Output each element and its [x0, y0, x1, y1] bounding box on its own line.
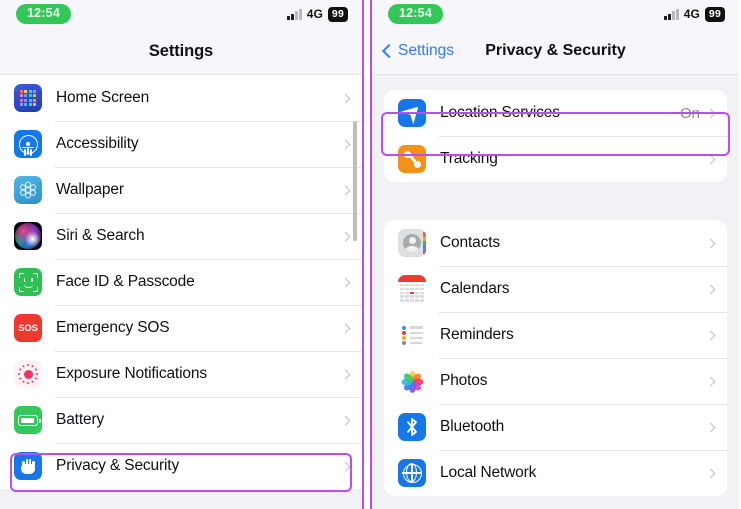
list-item-label: Tracking — [440, 150, 498, 167]
wallpaper-icon — [14, 176, 42, 204]
list-item-label: Battery — [56, 411, 105, 428]
list-item-label: Privacy & Security — [56, 457, 180, 474]
list-item[interactable]: Contacts — [384, 220, 727, 266]
list-item[interactable]: Home Screen — [0, 75, 362, 121]
tracking-icon — [398, 145, 426, 173]
privacy-hand-icon — [14, 452, 42, 480]
reminders-icon — [398, 321, 426, 349]
list-item[interactable]: Battery — [0, 397, 362, 443]
left-navbar: Settings — [0, 28, 362, 75]
battery-icon — [14, 406, 42, 434]
list-item-label: Bluetooth — [440, 418, 505, 435]
chevron-right-icon — [340, 415, 351, 425]
calendars-icon — [398, 275, 426, 303]
list-item-label: Calendars — [440, 280, 510, 297]
list-item-label: Contacts — [440, 234, 500, 251]
list-item[interactable]: Reminders — [384, 312, 727, 358]
settings-panel: 12:54 4G 99 Settings Home Screen Accessib… — [0, 0, 362, 509]
scrollbar-thumb[interactable] — [353, 121, 357, 241]
privacy-group-apps: Contacts Calendars Reminders Photos Bluetoot… — [384, 220, 727, 496]
network-type-label: 4G — [306, 7, 323, 21]
list-item[interactable]: Wallpaper — [0, 167, 362, 213]
back-button-label: Settings — [398, 42, 455, 59]
location-services-icon — [398, 99, 426, 127]
list-item-label: Wallpaper — [56, 181, 124, 198]
cellular-bars-icon — [664, 8, 679, 20]
list-item[interactable]: Calendars — [384, 266, 727, 312]
privacy-security-panel: 12:54 4G 99 Settings Privacy & Security … — [372, 0, 739, 509]
accessibility-icon — [14, 130, 42, 158]
status-time: 12:54 — [16, 4, 71, 24]
privacy-list-scroll[interactable]: Location Services On Tracking Contacts Cale… — [372, 75, 739, 509]
settings-group: Home Screen Accessibility Wallpaper Siri & … — [0, 75, 362, 489]
chevron-left-icon — [381, 43, 397, 59]
list-item[interactable]: Local Network — [384, 450, 727, 496]
list-item-label: Face ID & Passcode — [56, 273, 195, 290]
list-item[interactable]: Photos — [384, 358, 727, 404]
chevron-right-icon — [705, 238, 716, 248]
chevron-right-icon — [705, 422, 716, 432]
list-item-label: Emergency SOS — [56, 319, 170, 336]
list-item-label: Local Network — [440, 464, 537, 481]
chevron-right-icon — [705, 284, 716, 294]
home-screen-icon — [14, 84, 42, 112]
emergency-sos-icon: SOS — [14, 314, 42, 342]
exposure-notifications-icon — [14, 360, 42, 388]
chevron-right-icon — [340, 461, 351, 471]
cellular-bars-icon — [287, 8, 302, 20]
chevron-right-icon — [340, 277, 351, 287]
local-network-icon — [398, 459, 426, 487]
list-item-label: Photos — [440, 372, 488, 389]
status-bar-left: 12:54 4G 99 — [0, 0, 362, 28]
list-item[interactable]: Siri & Search — [0, 213, 362, 259]
list-item-label: Siri & Search — [56, 227, 145, 244]
chevron-right-icon — [705, 154, 716, 164]
chevron-right-icon — [340, 231, 351, 241]
battery-badge: 99 — [327, 6, 348, 22]
chevron-right-icon — [340, 139, 351, 149]
chevron-right-icon — [340, 185, 351, 195]
chevron-right-icon — [705, 330, 716, 340]
chevron-right-icon — [340, 93, 351, 103]
list-item[interactable]: Location Services On — [384, 90, 727, 136]
privacy-group-location: Location Services On Tracking — [384, 90, 727, 182]
network-type-label: 4G — [683, 7, 700, 21]
list-item[interactable]: Accessibility — [0, 121, 362, 167]
right-navbar: Settings Privacy & Security — [372, 28, 739, 75]
photos-icon — [398, 367, 426, 395]
status-indicators: 4G 99 — [287, 6, 348, 22]
page-title: Settings — [148, 41, 214, 60]
list-item[interactable]: Bluetooth — [384, 404, 727, 450]
chevron-right-icon — [340, 323, 351, 333]
siri-icon — [14, 222, 42, 250]
bluetooth-icon — [398, 413, 426, 441]
back-button[interactable]: Settings — [381, 42, 455, 60]
list-item-label: Accessibility — [56, 135, 139, 152]
panel-divider — [362, 0, 372, 509]
list-item-label: Location Services — [440, 104, 560, 121]
list-item[interactable]: Exposure Notifications — [0, 351, 362, 397]
status-bar-right: 12:54 4G 99 — [372, 0, 739, 28]
list-item-label: Reminders — [440, 326, 514, 343]
list-item[interactable]: Tracking — [384, 136, 727, 182]
list-item[interactable]: Face ID & Passcode — [0, 259, 362, 305]
face-id-icon — [14, 268, 42, 296]
list-item-label: Exposure Notifications — [56, 365, 207, 382]
list-item[interactable]: SOS Emergency SOS — [0, 305, 362, 351]
list-item-value: On — [679, 104, 700, 122]
list-item-label: Home Screen — [56, 89, 150, 106]
chevron-right-icon — [340, 369, 351, 379]
settings-list-scroll[interactable]: Home Screen Accessibility Wallpaper Siri & … — [0, 75, 362, 509]
status-time: 12:54 — [388, 4, 443, 24]
status-indicators: 4G 99 — [664, 6, 725, 22]
list-item[interactable]: Privacy & Security — [0, 443, 362, 489]
battery-badge: 99 — [704, 6, 725, 22]
chevron-right-icon — [705, 468, 716, 478]
chevron-right-icon — [705, 376, 716, 386]
screenshot-stage: 12:54 4G 99 Settings Home Screen Accessib… — [0, 0, 741, 509]
contacts-icon — [398, 229, 426, 257]
chevron-right-icon — [705, 108, 716, 118]
